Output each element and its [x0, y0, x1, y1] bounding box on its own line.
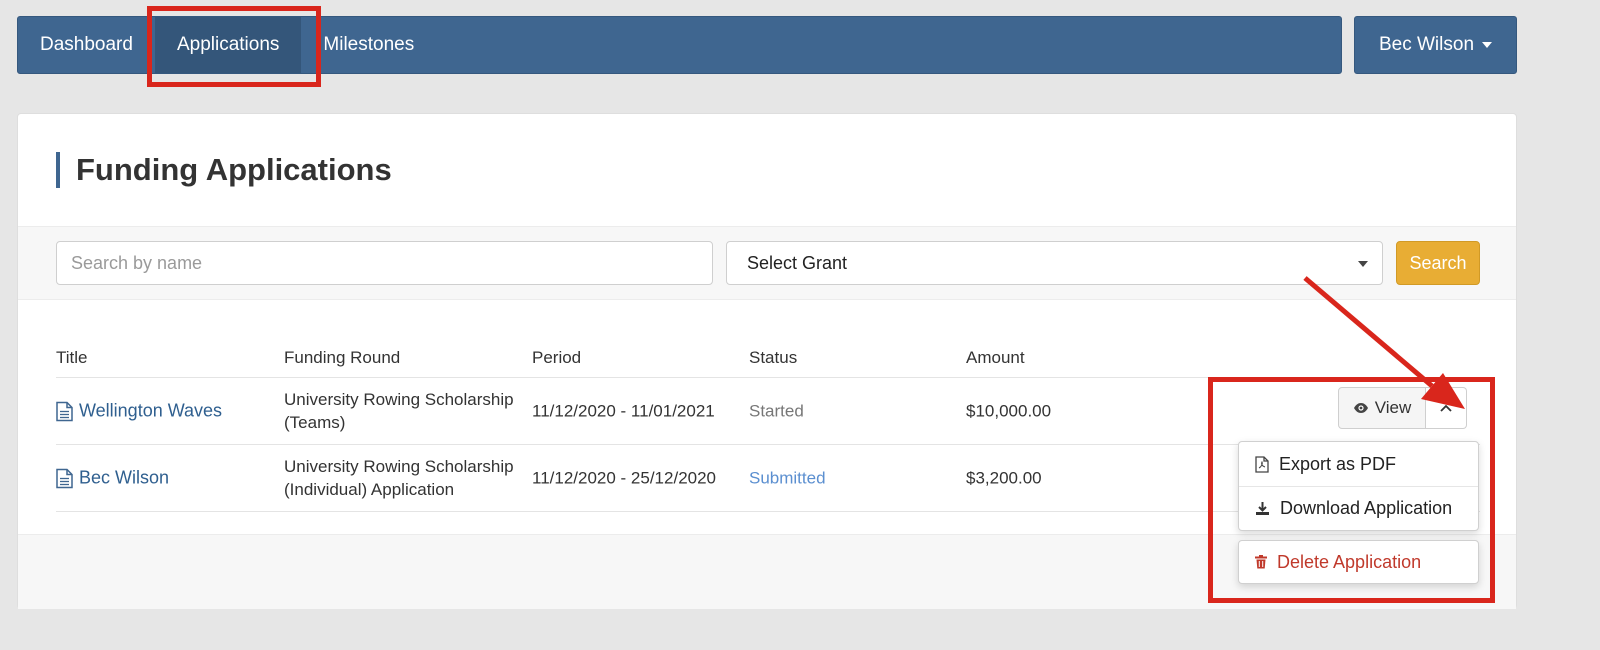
actions-dropdown-menu: Export as PDF Download Application — [1238, 441, 1479, 531]
period: 11/12/2020 - 11/01/2021 — [532, 401, 715, 421]
funding-round: University Rowing Scholarship (Teams) — [284, 388, 524, 434]
period: 11/12/2020 - 25/12/2020 — [532, 468, 717, 488]
main-navbar: Dashboard Applications Milestones — [17, 16, 1342, 74]
header-amount: Amount — [966, 348, 1025, 367]
chevron-up-icon — [1440, 404, 1452, 412]
caret-down-icon — [1482, 42, 1493, 48]
eye-icon — [1353, 403, 1368, 413]
user-menu-button[interactable]: Bec Wilson — [1354, 16, 1517, 74]
view-label: View — [1374, 398, 1412, 417]
funding-round-line: University Rowing Scholarship — [284, 390, 514, 409]
filter-bar: Select Grant Search — [18, 226, 1516, 300]
view-button-group: View — [1338, 387, 1467, 429]
nav-milestones[interactable]: Milestones — [301, 17, 436, 73]
document-icon — [56, 401, 73, 421]
header-status: Status — [749, 348, 798, 367]
user-name: Bec Wilson — [1378, 34, 1475, 55]
document-icon — [56, 468, 73, 488]
grant-select[interactable]: Select Grant — [726, 241, 1383, 285]
view-button[interactable]: View — [1338, 387, 1426, 429]
status-link[interactable]: Submitted — [749, 467, 826, 490]
trash-icon — [1255, 555, 1267, 569]
amount: $10,000.00 — [966, 401, 1052, 421]
nav-applications[interactable]: Applications — [154, 17, 302, 73]
application-title: Bec Wilson — [79, 467, 170, 488]
application-title: Wellington Waves — [79, 400, 223, 421]
funding-round-line: (Individual) Application — [284, 480, 455, 499]
application-title-link[interactable]: Bec Wilson — [56, 467, 169, 490]
nav-dashboard[interactable]: Dashboard — [18, 17, 155, 73]
applications-panel: Funding Applications Select Grant Search… — [17, 113, 1517, 609]
download-icon — [1256, 502, 1269, 515]
caret-down-icon — [1358, 261, 1368, 267]
table-row: Wellington Waves University Rowing Schol… — [56, 378, 1480, 445]
pdf-file-icon — [1255, 455, 1269, 473]
search-input[interactable] — [56, 241, 713, 285]
status-text: Started — [749, 401, 804, 421]
header-title: Title — [56, 348, 88, 367]
search-button[interactable]: Search — [1396, 241, 1480, 285]
funding-round-line: University Rowing Scholarship — [284, 457, 514, 476]
table-header: Title Funding Round Period Status Amount — [56, 340, 1480, 378]
page-title: Funding Applications — [56, 152, 392, 188]
header-funding-round: Funding Round — [284, 348, 401, 367]
actions-dropdown-toggle[interactable] — [1426, 387, 1467, 429]
grant-select-value: Select Grant — [747, 252, 848, 273]
delete-application-menu-item[interactable]: Delete Application — [1238, 540, 1479, 584]
download-application-label: Download Application — [1280, 498, 1453, 518]
download-application-menu-item[interactable]: Download Application — [1239, 486, 1478, 530]
application-title-link[interactable]: Wellington Waves — [56, 400, 222, 423]
header-period: Period — [532, 348, 582, 367]
funding-round: University Rowing Scholarship (Individua… — [284, 455, 524, 501]
funding-round-line: (Teams) — [284, 413, 346, 432]
export-pdf-menu-item[interactable]: Export as PDF — [1239, 442, 1478, 486]
export-pdf-label: Export as PDF — [1279, 453, 1397, 474]
delete-application-label: Delete Application — [1277, 551, 1422, 572]
amount: $3,200.00 — [966, 468, 1042, 488]
